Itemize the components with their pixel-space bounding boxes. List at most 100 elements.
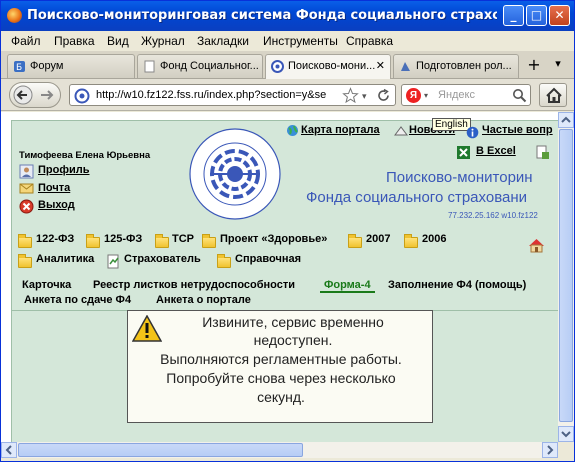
folder-icon: [217, 254, 231, 268]
scroll-up-icon[interactable]: [558, 112, 574, 128]
menu-history[interactable]: Журнал: [141, 34, 185, 48]
menu-file[interactable]: Файл: [11, 34, 41, 48]
folder-icon: [202, 234, 216, 248]
firefox-icon: [7, 8, 22, 23]
title-bar[interactable]: Поисково-мониторинговая система Фонда со…: [1, 1, 574, 31]
svg-text:Б: Б: [16, 63, 22, 73]
tab-fss[interactable]: Фонд Социальног...: [137, 54, 263, 78]
document-tool-icon: [536, 145, 549, 159]
bookmark-star-icon[interactable]: [342, 87, 359, 104]
folder-icon: [86, 234, 100, 248]
subnav-card[interactable]: Карточка: [22, 279, 71, 291]
document-icon: [401, 62, 410, 71]
close-window-button[interactable]: ✕: [549, 5, 570, 26]
tab-label: Подготовлен рол...: [416, 60, 512, 72]
message-line-1: Извините, сервис временно: [202, 314, 384, 330]
menu-bar: Файл Правка Вид Журнал Закладки Инструме…: [1, 31, 574, 51]
search-engine-dropdown-icon[interactable]: ▾: [424, 91, 428, 100]
home-button[interactable]: [539, 83, 567, 107]
folder-project-health[interactable]: Проект «Здоровье»: [220, 233, 327, 245]
scroll-left-icon[interactable]: [1, 442, 17, 458]
tab-label: Поисково-мони...: [288, 60, 376, 72]
folder-125fz[interactable]: 125-ФЗ: [104, 233, 142, 245]
subnav-form4[interactable]: Форма-4: [320, 279, 375, 293]
tab-forum[interactable]: Б Форум: [7, 54, 135, 78]
folder-icon: [348, 234, 362, 248]
home-page-icon[interactable]: [528, 238, 545, 253]
resize-grip[interactable]: [558, 442, 574, 458]
message-line-5: секунд.: [257, 389, 305, 405]
folder-insurer[interactable]: Страхователь: [124, 253, 201, 265]
folder-2007[interactable]: 2007: [366, 233, 390, 245]
new-tab-button[interactable]: +: [523, 55, 545, 77]
menu-view[interactable]: Вид: [107, 34, 129, 48]
site-identity-icon[interactable]: [74, 88, 90, 104]
url-bar[interactable]: http://w10.fz122.fss.ru/index.php?sectio…: [69, 84, 396, 106]
forward-icon[interactable]: [38, 87, 56, 103]
tab-prepared[interactable]: Подготовлен рол...: [393, 54, 519, 78]
maintenance-message: Извините, сервис временно недоступен. Вы…: [127, 310, 433, 423]
tab-label: Фонд Социальног...: [160, 60, 259, 72]
profile-icon: [19, 164, 34, 179]
tab-list-button[interactable]: ▾: [551, 57, 565, 75]
tooltip-english: English: [432, 118, 471, 131]
portal-map-link[interactable]: Карта портала: [301, 124, 380, 136]
globe-icon: [287, 125, 298, 136]
subnav-survey-portal[interactable]: Анкета о портале: [156, 294, 251, 306]
insurer-icon: [107, 254, 119, 269]
back-icon[interactable]: [12, 85, 34, 105]
fss-seal-logo: [189, 128, 281, 220]
mail-icon: [19, 183, 34, 194]
reload-icon[interactable]: [376, 88, 391, 103]
close-tab-icon[interactable]: ✕: [376, 59, 385, 72]
server-info: 77.232.25.162 w10.fz122: [448, 211, 538, 220]
tab-monitoring[interactable]: Поисково-мони... ✕: [265, 54, 391, 79]
url-dropdown-icon[interactable]: ▾: [362, 91, 367, 102]
message-line-4: Попробуйте снова через несколько: [166, 370, 396, 386]
vertical-scrollbar[interactable]: [558, 112, 574, 442]
folder-icon: [18, 254, 32, 268]
yandex-icon[interactable]: Я: [406, 88, 421, 103]
tab-label: Форум: [30, 60, 64, 72]
back-forward-group: [9, 82, 61, 108]
folder-reference[interactable]: Справочная: [235, 253, 301, 265]
info-icon: [466, 126, 479, 139]
folder-icon: [18, 234, 32, 248]
subnav-survey-f4[interactable]: Анкета по сдаче Ф4: [24, 294, 131, 306]
page-viewport: Тимофеева Елена Юрьевна Профиль Почта Вы…: [1, 112, 558, 442]
profile-link[interactable]: Профиль: [38, 164, 89, 176]
folder-122fz[interactable]: 122-ФЗ: [36, 233, 74, 245]
search-icon[interactable]: [512, 88, 527, 103]
menu-help[interactable]: Справка: [346, 34, 393, 48]
system-title-line1: Поисково-мониторин: [386, 169, 533, 186]
folder-analytics[interactable]: Аналитика: [36, 253, 94, 265]
url-text[interactable]: http://w10.fz122.fss.ru/index.php?sectio…: [96, 89, 344, 101]
folder-tsr[interactable]: ТСР: [172, 233, 194, 245]
search-input[interactable]: Я ▾ Яндекс: [401, 84, 531, 106]
vertical-scroll-thumb[interactable]: [559, 129, 573, 422]
horizontal-scrollbar[interactable]: [1, 442, 558, 458]
menu-tools[interactable]: Инструменты: [263, 34, 338, 48]
mail-link[interactable]: Почта: [38, 182, 70, 194]
folder-icon: [155, 234, 169, 248]
faq-link[interactable]: Частые вопр: [482, 124, 553, 136]
user-name: Тимофеева Елена Юрьевна: [19, 150, 151, 161]
system-title-line2: Фонда социального страховани: [306, 189, 527, 206]
scroll-right-icon[interactable]: [542, 442, 558, 458]
search-placeholder: Яндекс: [438, 89, 475, 101]
horizontal-scroll-thumb[interactable]: [18, 443, 303, 457]
logout-link[interactable]: Выход: [38, 199, 75, 211]
subnav-sick-leave-registry[interactable]: Реестр листков нетрудоспособности: [93, 279, 295, 291]
export-excel-link[interactable]: В Excel: [476, 145, 516, 157]
menu-bookmarks[interactable]: Закладки: [197, 34, 249, 48]
forum-icon: Б: [14, 61, 25, 73]
scroll-down-icon[interactable]: [558, 426, 574, 442]
subnav-fill-f4-help[interactable]: Заполнение Ф4 (помощь): [388, 279, 526, 291]
maximize-button[interactable]: □: [526, 5, 547, 26]
logout-icon: [19, 199, 34, 214]
folder-2006[interactable]: 2006: [422, 233, 446, 245]
page-icon: [144, 60, 155, 73]
browser-window: Поисково-мониторинговая система Фонда со…: [0, 0, 575, 462]
menu-edit[interactable]: Правка: [54, 34, 95, 48]
minimize-button[interactable]: _: [503, 5, 524, 26]
